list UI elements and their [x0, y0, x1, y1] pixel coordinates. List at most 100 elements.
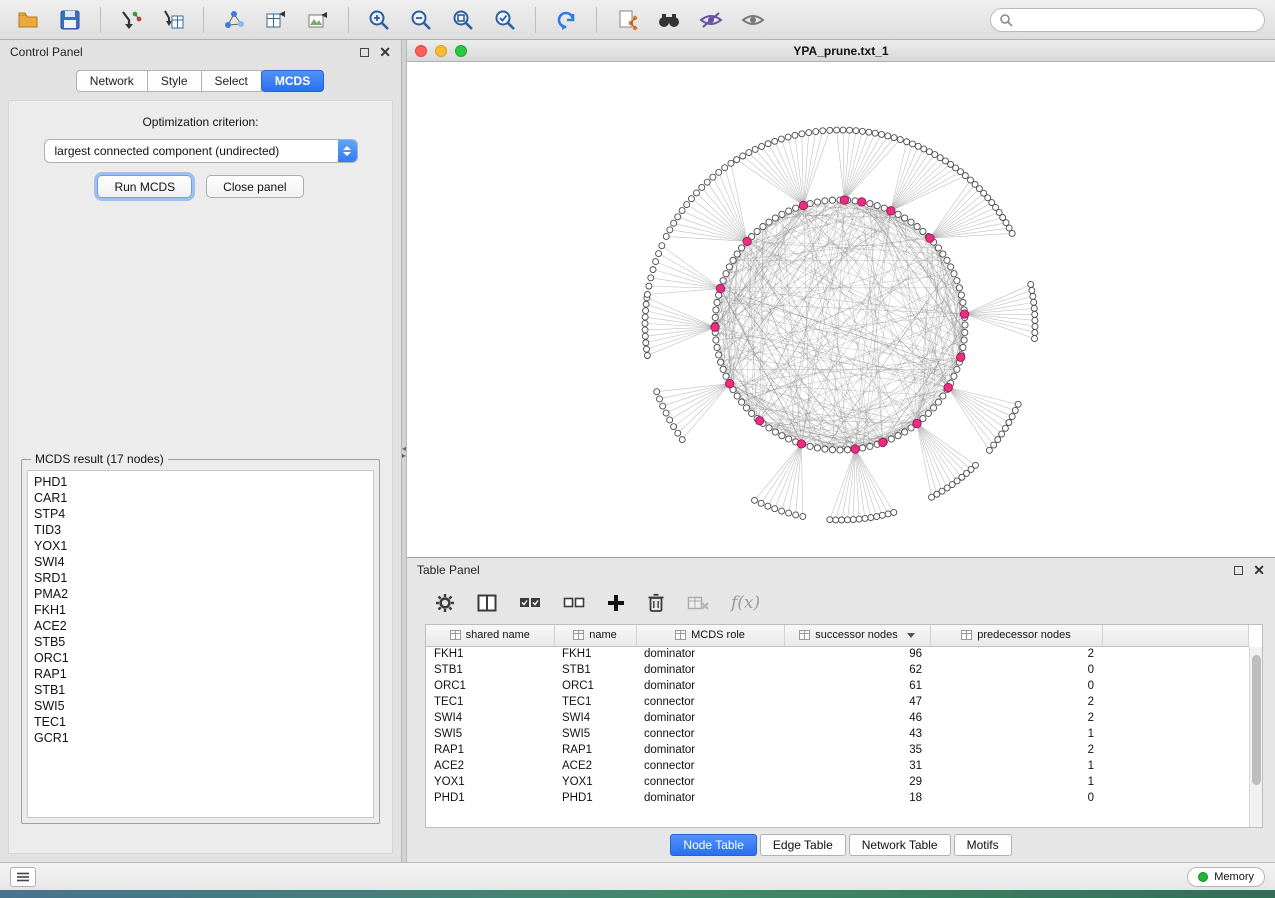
graph-edge[interactable]	[663, 384, 730, 406]
table-cell[interactable]: FKH1	[554, 646, 636, 662]
graph-node[interactable]	[837, 447, 843, 453]
table-row[interactable]: TEC1TEC1connector472	[426, 694, 1249, 710]
table-cell[interactable]: dominator	[636, 710, 784, 726]
graph-edge[interactable]	[855, 449, 882, 515]
graph-node[interactable]	[935, 399, 941, 405]
graph-edge[interactable]	[965, 290, 1032, 314]
graph-node[interactable]	[867, 443, 873, 449]
graph-node[interactable]	[648, 275, 654, 281]
graph-edge[interactable]	[948, 388, 993, 446]
graph-node[interactable]	[879, 512, 885, 518]
graph-edge[interactable]	[965, 314, 1035, 338]
find-button[interactable]	[651, 4, 687, 36]
graph-node[interactable]	[740, 153, 746, 159]
mcds-result-item[interactable]: SWI5	[34, 698, 373, 714]
graph-node[interactable]	[874, 514, 880, 520]
graph-node[interactable]	[642, 327, 648, 333]
graph-edge[interactable]	[948, 388, 1001, 435]
table-cell[interactable]: connector	[636, 774, 784, 790]
graph-node[interactable]	[779, 433, 785, 439]
graph-edge[interactable]	[755, 444, 802, 500]
import-table-button[interactable]	[155, 4, 191, 36]
graph-node[interactable]	[1030, 293, 1036, 299]
table-cell[interactable]: RAP1	[426, 742, 554, 758]
graph-node[interactable]	[902, 429, 908, 435]
graph-node[interactable]	[667, 227, 673, 233]
table-row[interactable]: YOX1YOX1connector291	[426, 774, 1249, 790]
graph-node[interactable]	[760, 224, 766, 230]
graph-node[interactable]	[1015, 401, 1021, 407]
run-mcds-button[interactable]: Run MCDS	[97, 175, 192, 198]
zoom-selected-button[interactable]	[487, 4, 523, 36]
table-cell[interactable]: TEC1	[426, 694, 554, 710]
table-row[interactable]: STB1STB1dominator620	[426, 662, 1249, 678]
select-all-button[interactable]	[519, 595, 541, 611]
graph-node[interactable]	[642, 314, 648, 320]
graph-node[interactable]	[642, 333, 648, 339]
graph-node[interactable]	[839, 517, 845, 523]
graph-node[interactable]	[904, 139, 910, 145]
graph-edge[interactable]	[646, 327, 715, 349]
graph-edge[interactable]	[948, 388, 1018, 405]
zoom-in-button[interactable]	[361, 4, 397, 36]
graph-edge[interactable]	[891, 168, 956, 211]
graph-hub-node[interactable]	[711, 323, 719, 331]
graph-node[interactable]	[827, 517, 833, 523]
graph-hub-node[interactable]	[913, 419, 921, 427]
graph-node[interactable]	[1009, 414, 1015, 420]
table-cell[interactable]: 1	[930, 758, 1102, 774]
graph-node[interactable]	[779, 211, 785, 217]
graph-node[interactable]	[944, 257, 950, 263]
graph-hub-node[interactable]	[716, 284, 724, 292]
table-cell[interactable]: ORC1	[554, 678, 636, 694]
graph-node[interactable]	[895, 433, 901, 439]
graph-edge[interactable]	[729, 383, 840, 450]
table-cell[interactable]: 2	[930, 694, 1102, 710]
graph-node[interactable]	[663, 233, 669, 239]
graph-node[interactable]	[827, 127, 833, 133]
graph-edge[interactable]	[855, 449, 888, 514]
mcds-result-item[interactable]: SWI4	[34, 554, 373, 570]
graph-node[interactable]	[746, 150, 752, 156]
mcds-result-item[interactable]: FKH1	[34, 602, 373, 618]
graph-node[interactable]	[888, 436, 894, 442]
graph-node[interactable]	[660, 403, 666, 409]
graph-node[interactable]	[859, 445, 865, 451]
graph-node[interactable]	[759, 143, 765, 149]
graph-node[interactable]	[951, 271, 957, 277]
table-scrollbar-thumb[interactable]	[1252, 655, 1261, 785]
graph-node[interactable]	[891, 509, 897, 515]
graph-node[interactable]	[954, 278, 960, 284]
graph-hub-node[interactable]	[960, 310, 968, 318]
graph-node[interactable]	[644, 353, 650, 359]
graph-hub-node[interactable]	[755, 417, 763, 425]
graph-edge[interactable]	[653, 270, 720, 289]
graph-edge[interactable]	[891, 158, 940, 211]
delete-column-button[interactable]	[647, 593, 665, 613]
graph-edge[interactable]	[775, 444, 802, 509]
search-input[interactable]	[1019, 13, 1256, 27]
graph-node[interactable]	[720, 366, 726, 372]
graph-hub-node[interactable]	[840, 196, 848, 204]
graph-node[interactable]	[667, 417, 673, 423]
graph-node[interactable]	[779, 508, 785, 514]
table-row[interactable]: SWI4SWI4dominator462	[426, 710, 1249, 726]
graph-node[interactable]	[806, 130, 812, 136]
network-view[interactable]	[407, 62, 1275, 557]
graph-edge[interactable]	[965, 302, 1034, 314]
graph-node[interactable]	[716, 352, 722, 358]
graph-edge[interactable]	[647, 298, 715, 327]
graph-node[interactable]	[734, 251, 740, 257]
graph-edge[interactable]	[863, 202, 883, 442]
table-cell[interactable]: YOX1	[554, 774, 636, 790]
graph-node[interactable]	[948, 264, 954, 270]
graph-node[interactable]	[840, 127, 846, 133]
graph-node[interactable]	[754, 228, 760, 234]
graph-node[interactable]	[799, 131, 805, 137]
graph-node[interactable]	[866, 129, 872, 135]
graph-edge[interactable]	[662, 246, 721, 289]
table-row[interactable]: ORC1ORC1dominator610	[426, 678, 1249, 694]
table-cell[interactable]: ACE2	[426, 758, 554, 774]
table-settings-button[interactable]	[435, 593, 455, 613]
criterion-dropdown[interactable]: largest connected component (undirected)	[44, 139, 358, 163]
